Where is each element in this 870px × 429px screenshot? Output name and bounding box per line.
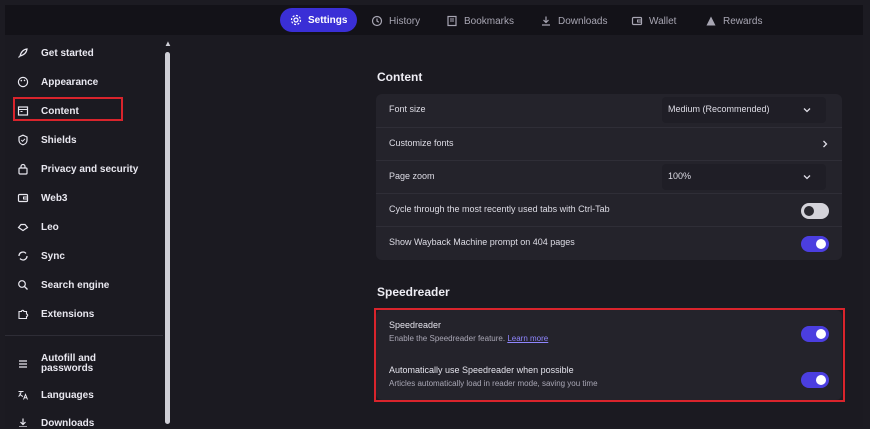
search-icon: [18, 280, 28, 290]
sidebar-item-search-engine[interactable]: Search engine: [17, 275, 109, 295]
settings-window: Settings History Bookmarks Downloads Wal…: [5, 5, 863, 427]
history-icon: [371, 15, 383, 27]
shield-icon: [18, 134, 28, 146]
sidebar-item-label: Search engine: [41, 279, 110, 291]
cycle-tabs-label: Cycle through the most recently used tab…: [389, 204, 610, 214]
top-nav: Settings History Bookmarks Downloads Wal…: [5, 5, 863, 35]
language-icon: [18, 391, 28, 400]
content-highlight-box: [13, 97, 123, 121]
page-zoom-value: 100%: [668, 171, 692, 181]
sidebar-item-languages[interactable]: Languages: [17, 385, 94, 405]
list-icon: [19, 360, 27, 368]
wayback-toggle[interactable]: [801, 236, 829, 252]
sidebar-item-label: Get started: [41, 47, 94, 59]
font-size-value: Medium (Recommended): [668, 104, 770, 114]
cycle-tabs-toggle[interactable]: [801, 203, 829, 219]
sidebar-item-label: Leo: [41, 221, 59, 233]
content-card: Font size Medium (Recommended) Customize…: [376, 94, 842, 260]
chevron-down-icon: [803, 175, 811, 180]
sidebar: Get started Appearance Content Shields P…: [5, 35, 163, 427]
tab-label: Downloads: [558, 15, 608, 27]
leo-icon: [17, 223, 29, 232]
tab-label: Wallet: [649, 15, 677, 27]
tab-bookmarks[interactable]: Bookmarks: [446, 11, 514, 31]
download-icon: [19, 418, 27, 427]
wallet-icon: [17, 193, 29, 203]
sidebar-item-label: Autofill and passwords: [41, 353, 96, 374]
sidebar-scrollbar[interactable]: ▲: [164, 38, 172, 425]
sidebar-item-extensions[interactable]: Extensions: [17, 304, 94, 324]
palette-icon: [17, 76, 29, 88]
tab-history[interactable]: History: [371, 11, 420, 31]
tab-label: Settings: [308, 14, 348, 26]
sidebar-item-get-started[interactable]: Get started: [17, 43, 94, 63]
chevron-down-icon: [803, 108, 811, 113]
cycle-tabs-row: Cycle through the most recently used tab…: [376, 193, 842, 227]
download-icon: [542, 16, 550, 26]
sidebar-item-label: Extensions: [41, 308, 95, 320]
wayback-row: Show Wayback Machine prompt on 404 pages: [376, 226, 842, 260]
sidebar-item-label: Shields: [41, 134, 77, 146]
wallet-icon: [631, 16, 643, 26]
sidebar-item-label: Web3: [41, 192, 68, 204]
page-zoom-label: Page zoom: [389, 171, 435, 181]
tab-wallet[interactable]: Wallet: [631, 11, 676, 31]
page-zoom-row: Page zoom 100%: [376, 160, 842, 194]
scroll-up-icon[interactable]: ▲: [164, 40, 172, 48]
sidebar-item-privacy[interactable]: Privacy and security: [17, 159, 138, 179]
customize-fonts-label: Customize fonts: [389, 138, 454, 148]
sync-icon: [18, 251, 28, 261]
sidebar-item-label: Sync: [41, 250, 65, 262]
sidebar-item-autofill[interactable]: Autofill and passwords: [17, 351, 96, 377]
font-size-row: Font size Medium (Recommended): [376, 94, 842, 127]
tab-settings[interactable]: Settings: [280, 8, 358, 32]
wayback-label: Show Wayback Machine prompt on 404 pages: [389, 237, 575, 247]
tab-rewards[interactable]: Rewards: [705, 11, 762, 31]
customize-fonts-row[interactable]: Customize fonts: [376, 127, 842, 161]
sidebar-item-shields[interactable]: Shields: [17, 130, 77, 150]
tab-label: Rewards: [723, 15, 763, 27]
content-section-title: Content: [377, 70, 423, 84]
bookmark-icon: [447, 15, 457, 27]
rocket-icon: [18, 48, 28, 58]
sidebar-item-label: Appearance: [41, 76, 99, 88]
toggle-knob: [804, 206, 814, 216]
page-zoom-select[interactable]: 100%: [662, 164, 826, 190]
sidebar-item-appearance[interactable]: Appearance: [17, 72, 98, 92]
scroll-thumb[interactable]: [165, 52, 170, 424]
sidebar-divider: [5, 335, 163, 336]
sidebar-item-downloads[interactable]: Downloads: [17, 413, 94, 427]
tab-downloads[interactable]: Downloads: [540, 11, 607, 31]
chevron-right-icon: [823, 140, 828, 148]
sidebar-item-label: Privacy and security: [41, 163, 139, 175]
sidebar-item-label: Languages: [41, 389, 94, 401]
font-size-select[interactable]: Medium (Recommended): [662, 97, 826, 123]
lock-icon: [18, 163, 28, 175]
gear-icon: [290, 14, 302, 26]
rewards-icon: [706, 16, 716, 26]
sidebar-item-leo[interactable]: Leo: [17, 217, 59, 237]
font-size-label: Font size: [389, 104, 426, 114]
tab-label: Bookmarks: [464, 15, 515, 27]
toggle-knob: [816, 239, 826, 249]
puzzle-icon: [18, 309, 29, 320]
sidebar-item-web3[interactable]: Web3: [17, 188, 68, 208]
speedreader-section-title: Speedreader: [377, 285, 450, 299]
sidebar-item-sync[interactable]: Sync: [17, 246, 65, 266]
sidebar-item-label: Downloads: [41, 417, 95, 428]
speedreader-highlight-box: [374, 308, 845, 402]
tab-label: History: [389, 15, 421, 27]
